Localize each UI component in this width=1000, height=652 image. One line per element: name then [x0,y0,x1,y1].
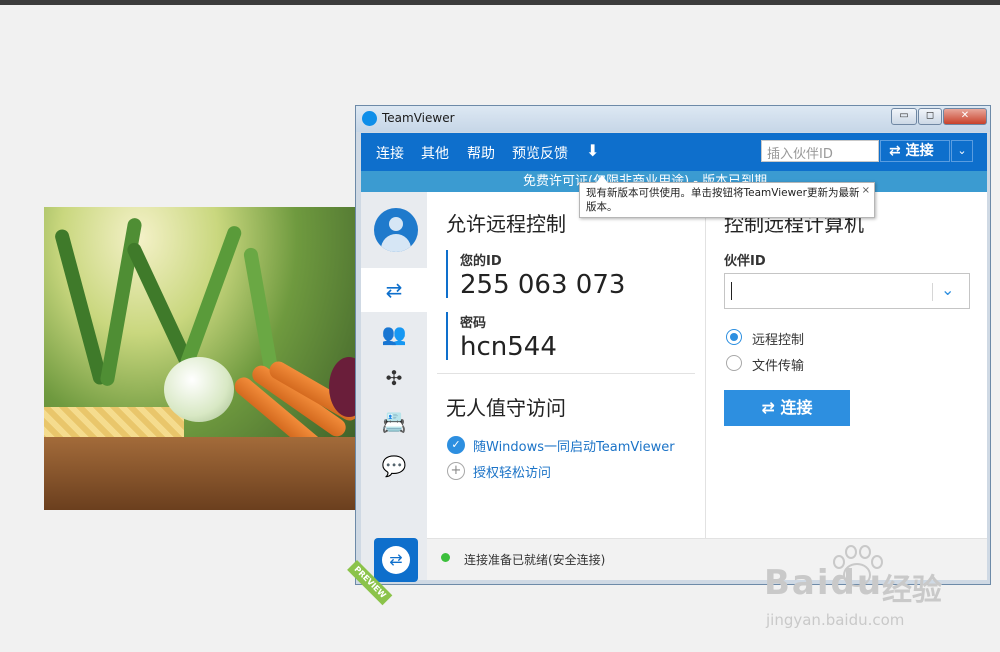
grant-easy-access-link[interactable]: 授权轻松访问 [473,462,551,481]
vegetable-photo [44,207,362,510]
chevron-down-icon[interactable]: ⌄ [941,280,954,299]
baidu-watermark: Baidu 经验 jingyan.baidu.com [764,543,984,633]
unattended-title: 无人值守访问 [446,396,566,420]
status-text: 连接准备已就绪(安全连接) [464,553,606,567]
teamviewer-logo-icon [362,111,377,126]
file-transfer-label: 文件传输 [752,359,805,374]
menu-connect[interactable]: 连接 [376,143,404,163]
chat-nav-icon[interactable]: 💬 [361,444,427,488]
augmented-reality-nav-icon[interactable]: ✣ [361,356,427,400]
watermark-brand: Baidu [764,563,884,603]
start-with-windows-link[interactable]: 随Windows一同启动TeamViewer [473,436,675,455]
menu-preview-feedback[interactable]: 预览反馈 [512,143,568,163]
partner-id-combobox[interactable]: ⌄ [724,273,970,309]
combo-separator [932,283,933,301]
download-update-icon[interactable]: ⬇ [586,141,602,161]
sidebar: ⇄ 👥 ✣ 📇 💬 ⇄ PREVIEW [347,192,427,606]
password-label: 密码 [460,316,487,331]
menu-other[interactable]: 其他 [421,143,449,163]
plus-icon: + [447,462,465,480]
connect-button[interactable]: ⇄ 连接 [724,390,850,426]
password-accent-line [446,312,448,360]
teamviewer-window: TeamViewer ▭ ◻ ✕ 连接 其他 帮助 预览反馈 ⬇ 插入伙伴ID … [347,105,991,606]
text-cursor [731,282,732,300]
minimize-button[interactable]: ▭ [891,108,917,125]
section-divider [437,373,695,374]
maximize-button[interactable]: ◻ [918,108,942,125]
remote-control-label: 远程控制 [752,333,805,348]
main-panel: 允许远程控制 您的ID 255 063 073 密码 hcn544 无人值守访问… [427,192,987,538]
password-value: hcn544 [460,332,557,362]
update-tooltip: 现有新版本可供使用。单击按钮将TeamViewer更新为最新版本。 × [579,175,875,218]
remote-control-nav-icon[interactable]: ⇄ [361,268,427,312]
tooltip-close-icon[interactable]: × [862,184,870,198]
id-accent-line [446,250,448,298]
watermark-cn: 经验 [882,573,942,608]
top-bar [0,0,1000,5]
contacts-nav-icon[interactable]: 📇 [361,400,427,444]
tooltip-text: 现有新版本可供使用。单击按钮将TeamViewer更新为最新版本。 [586,187,860,213]
check-icon: ✓ [447,436,465,454]
column-divider [705,192,706,538]
close-button[interactable]: ✕ [943,108,987,125]
connect-dropdown-icon[interactable]: ⌄ [951,140,973,162]
watermark-url: jingyan.baidu.com [766,611,905,629]
tooltip-pointer [596,175,608,183]
menu-bar: 连接 其他 帮助 预览反馈 ⬇ 插入伙伴ID ⇄ 连接 ⌄ [361,133,987,171]
teamviewer-badge-icon[interactable]: ⇄ [374,538,418,582]
window-title: TeamViewer [382,111,455,125]
connect-button-top[interactable]: ⇄ 连接 [880,140,950,162]
your-id-value: 255 063 073 [460,270,626,300]
partner-id-label: 伙伴ID [724,254,766,269]
remote-control-radio[interactable] [726,329,742,345]
meeting-nav-icon[interactable]: 👥 [361,312,427,356]
menu-help[interactable]: 帮助 [467,143,495,163]
partner-id-input[interactable]: 插入伙伴ID [761,140,879,162]
status-ready-icon [441,553,450,562]
your-id-label: 您的ID [460,254,502,269]
allow-remote-title: 允许远程控制 [446,212,566,236]
file-transfer-radio[interactable] [726,355,742,371]
title-bar: TeamViewer ▭ ◻ ✕ [356,106,990,132]
user-avatar[interactable] [374,208,418,252]
